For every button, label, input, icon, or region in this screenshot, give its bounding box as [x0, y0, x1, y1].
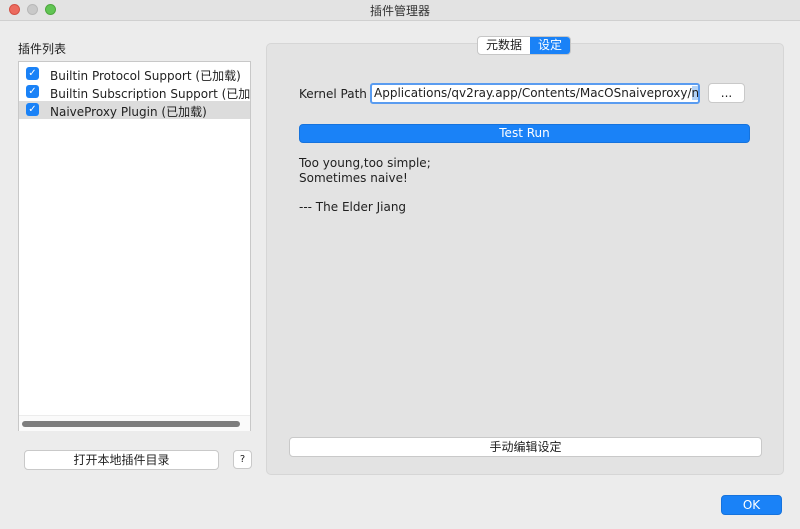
plugin-item-naiveproxy[interactable]: ✓ NaiveProxy Plugin (已加载) — [19, 101, 250, 119]
settings-panel — [266, 43, 784, 475]
plugin-item-builtin-subscription[interactable]: ✓ Builtin Subscription Support (已加载) — [19, 83, 250, 101]
plugin-name: Builtin Protocol Support (已加载) — [50, 69, 241, 83]
open-plugin-directory-button[interactable]: 打开本地插件目录 — [24, 450, 219, 470]
help-button[interactable]: ? — [233, 450, 252, 469]
ok-button[interactable]: OK — [721, 495, 782, 515]
plugin-name: NaiveProxy Plugin (已加载) — [50, 105, 207, 119]
plugin-item-builtin-protocol[interactable]: ✓ Builtin Protocol Support (已加载) — [19, 65, 250, 83]
plugin-name: Builtin Subscription Support (已加载) — [50, 87, 250, 101]
kernel-path-selection: naive — [691, 86, 698, 100]
horizontal-scrollbar[interactable] — [19, 415, 250, 431]
window-title: 插件管理器 — [369, 4, 430, 18]
plugin-enabled-checkbox[interactable]: ✓ — [26, 67, 39, 80]
kernel-path-text: Applications/qv2ray.app/Contents/MacOSna… — [374, 86, 692, 100]
tab-metadata[interactable]: 元数据 — [478, 37, 530, 54]
kernel-path-input[interactable]: Applications/qv2ray.app/Contents/MacOSna… — [370, 83, 700, 104]
plugin-enabled-checkbox[interactable]: ✓ — [26, 85, 39, 98]
plugin-enabled-checkbox[interactable]: ✓ — [26, 103, 39, 116]
tab-bar: 元数据 设定 — [477, 36, 572, 55]
plugin-list-label: 插件列表 — [18, 42, 67, 56]
tab-settings[interactable]: 设定 — [530, 37, 571, 54]
manual-edit-settings-button[interactable]: 手动编辑设定 — [289, 437, 762, 457]
scrollbar-thumb[interactable] — [22, 421, 240, 427]
test-run-button[interactable]: Test Run — [299, 124, 750, 143]
info-line: Too young,too simple; — [299, 156, 431, 170]
plugin-list[interactable]: ✓ Builtin Protocol Support (已加载) ✓ Built… — [18, 61, 251, 431]
kernel-path-label: Kernel Path — [299, 87, 367, 101]
title-bar: 插件管理器 — [0, 0, 800, 21]
info-line: --- The Elder Jiang — [299, 200, 407, 214]
info-line: Sometimes naive! — [299, 171, 408, 185]
browse-button[interactable]: ... — [708, 83, 745, 103]
